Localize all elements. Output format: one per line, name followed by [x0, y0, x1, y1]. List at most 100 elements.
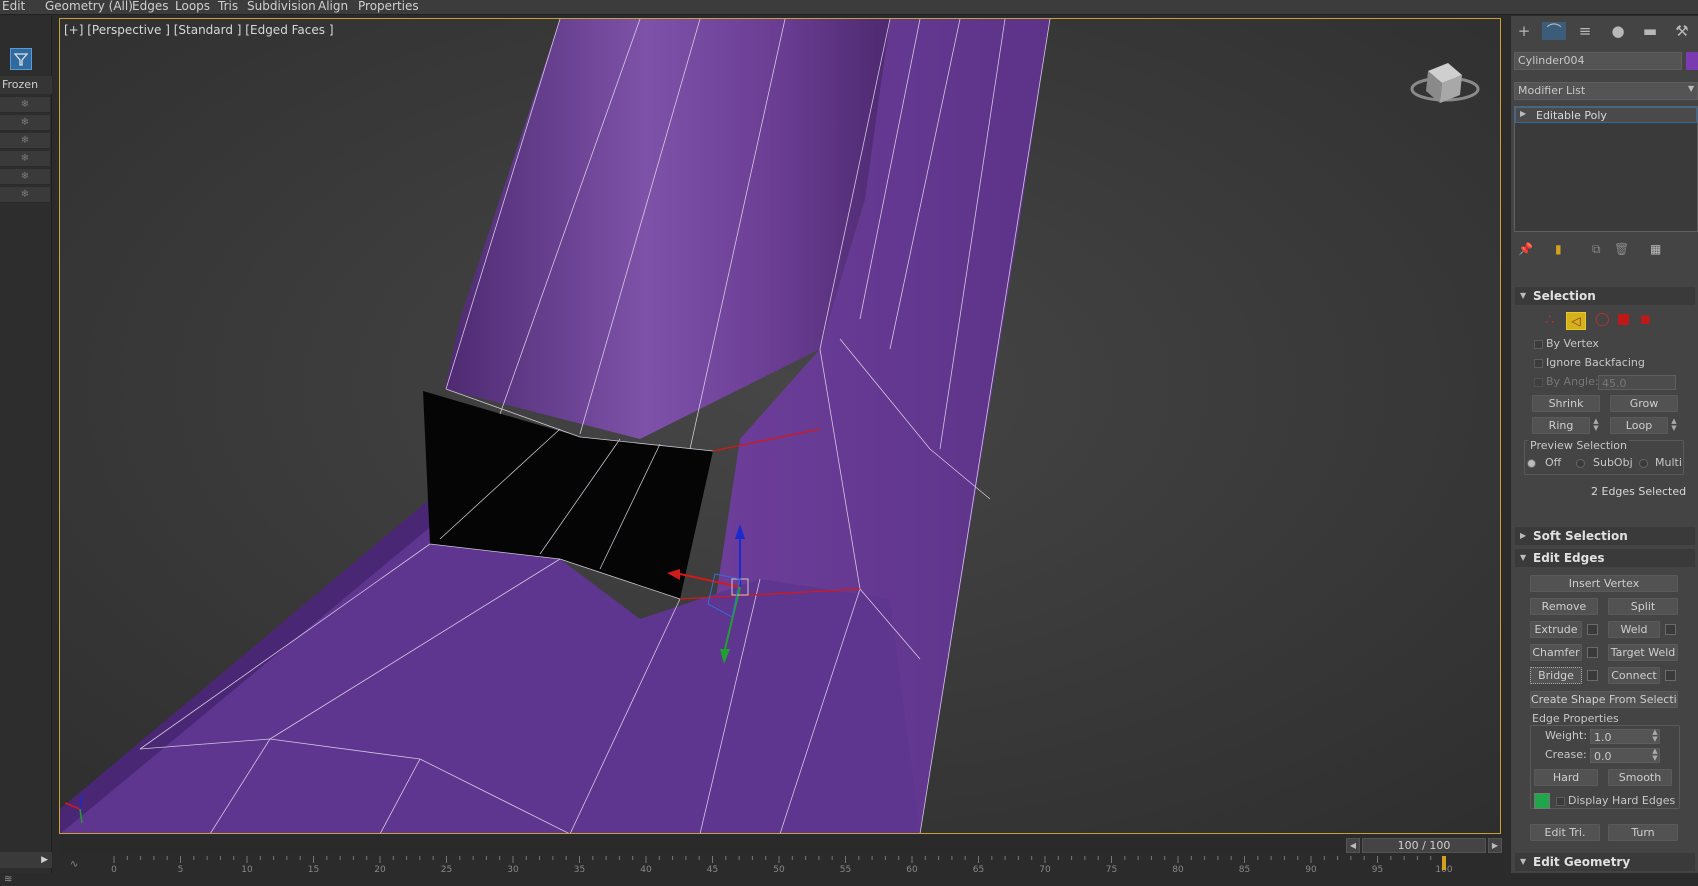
menu-item-geometry[interactable]: Geometry (All)	[43, 0, 135, 15]
preview-subobj-radio[interactable]	[1576, 459, 1585, 468]
menu-item-subdivision[interactable]: Subdivision	[245, 0, 318, 15]
prev-frame-icon[interactable]: ◀	[1346, 838, 1360, 853]
chamfer-button[interactable]: Chamfer	[1530, 644, 1582, 661]
by-angle-input[interactable]: 45.0	[1598, 375, 1676, 390]
menu-bar: Edit Geometry (All) Edges Loops Tris Sub…	[0, 0, 1698, 15]
curve-editor-icon[interactable]: ∿	[70, 859, 78, 870]
frozen-toggle-icon[interactable]: ❄	[0, 97, 50, 113]
ruler-tick-label: 85	[1239, 865, 1250, 873]
insert-vertex-button[interactable]: Insert Vertex	[1530, 575, 1678, 592]
hard-edge-color-swatch[interactable]	[1534, 793, 1550, 809]
frozen-toggle-icon[interactable]: ❄	[0, 133, 50, 149]
preview-multi-label: Multi	[1655, 456, 1682, 469]
split-button[interactable]: Split	[1608, 598, 1678, 615]
create-icon[interactable]: +	[1512, 22, 1536, 40]
turn-button[interactable]: Turn	[1608, 824, 1678, 841]
pin-stack-icon[interactable]: 📌	[1518, 242, 1533, 256]
connect-settings-icon[interactable]	[1665, 670, 1676, 681]
vertex-mode-icon[interactable]: ∴	[1545, 312, 1554, 328]
weight-spinner-icon[interactable]: ▲ ▼	[1651, 729, 1659, 744]
preview-multi-radio[interactable]	[1639, 459, 1648, 468]
smooth-button[interactable]: Smooth	[1608, 769, 1672, 786]
loop-button[interactable]: Loop	[1610, 417, 1668, 434]
target-weld-button[interactable]: Target Weld	[1608, 644, 1678, 661]
edge-mode-icon[interactable]: ◁	[1566, 312, 1586, 330]
display-hard-edges-checkbox[interactable]	[1556, 797, 1565, 806]
extrude-button[interactable]: Extrude	[1530, 621, 1582, 638]
weight-label: Weight:	[1545, 729, 1588, 742]
make-unique-icon[interactable]: ⧉	[1592, 242, 1601, 257]
time-slider-marker[interactable]	[1442, 856, 1446, 870]
frozen-toggle-icon[interactable]: ❄	[0, 187, 50, 203]
display-icon[interactable]: ▬	[1638, 22, 1662, 40]
selection-rollout-header[interactable]: ▼ Selection	[1515, 287, 1695, 305]
utilities-icon[interactable]: ⚒	[1670, 22, 1694, 40]
frozen-column-header[interactable]: Frozen	[0, 76, 52, 94]
ruler-tick-label: 15	[308, 865, 319, 873]
edit-geometry-rollout-header[interactable]: ▼ Edit Geometry	[1515, 853, 1695, 871]
chamfer-settings-icon[interactable]	[1587, 647, 1598, 658]
weight-input[interactable]: 1.0	[1590, 729, 1660, 744]
ruler-tick-label: 10	[241, 865, 253, 873]
remove-button[interactable]: Remove	[1530, 598, 1598, 615]
menu-item-tris[interactable]: Tris	[216, 0, 240, 15]
modifier-stack: ▶ Editable Poly	[1514, 106, 1698, 232]
by-vertex-checkbox[interactable]	[1534, 340, 1543, 349]
menu-item-loops[interactable]: Loops	[173, 0, 212, 15]
viewport-label[interactable]: [+] [Perspective ] [Standard ] [Edged Fa…	[64, 23, 334, 37]
shrink-button[interactable]: Shrink	[1532, 395, 1600, 412]
object-name-field[interactable]: Cylinder004	[1514, 52, 1682, 70]
timeline-ruler[interactable]: 0510152025303540455055606570758085909510…	[59, 856, 1501, 875]
next-frame-icon[interactable]: ▶	[1488, 838, 1502, 853]
crease-input[interactable]: 0.0	[1590, 748, 1660, 763]
object-color-swatch[interactable]	[1686, 52, 1698, 70]
crease-spinner-icon[interactable]: ▲ ▼	[1651, 748, 1659, 763]
preview-off-radio[interactable]	[1527, 459, 1536, 468]
edit-edges-rollout-header[interactable]: ▼ Edit Edges	[1515, 549, 1695, 567]
weld-button[interactable]: Weld	[1608, 621, 1660, 638]
menu-item-properties[interactable]: Properties	[356, 0, 421, 15]
preview-subobj-label: SubObj	[1593, 456, 1633, 469]
hard-button[interactable]: Hard	[1534, 769, 1598, 786]
ignore-backfacing-label: Ignore Backfacing	[1546, 356, 1645, 369]
ruler-tick-label: 70	[1039, 865, 1051, 873]
frozen-toggle-icon[interactable]: ❄	[0, 115, 50, 131]
bridge-button[interactable]: Bridge	[1530, 667, 1582, 684]
grow-button[interactable]: Grow	[1610, 395, 1678, 412]
by-angle-checkbox[interactable]	[1534, 378, 1543, 387]
remove-modifier-icon[interactable]: 🗑	[1614, 242, 1629, 256]
menu-item-align[interactable]: Align	[316, 0, 350, 15]
extrude-settings-icon[interactable]	[1587, 624, 1598, 635]
weld-settings-icon[interactable]	[1665, 624, 1676, 635]
configure-sets-icon[interactable]: ▦	[1650, 242, 1661, 256]
element-mode-icon[interactable]: ◼	[1640, 312, 1651, 327]
stack-item-editable-poly[interactable]: ▶ Editable Poly	[1515, 107, 1697, 123]
frozen-toggle-icon[interactable]: ❄	[0, 169, 50, 185]
panel-expand-arrow-icon[interactable]: ▶	[0, 852, 52, 868]
motion-icon[interactable]: ●	[1606, 22, 1630, 40]
edit-tri-button[interactable]: Edit Tri.	[1530, 824, 1600, 841]
border-mode-icon[interactable]: ◯	[1595, 312, 1610, 327]
loop-spinner-icon[interactable]: ▲ ▼	[1670, 418, 1678, 433]
ring-button[interactable]: Ring	[1532, 417, 1590, 434]
frame-counter[interactable]: 100 / 100	[1362, 838, 1486, 853]
polygon-mode-icon[interactable]	[1618, 314, 1629, 325]
show-end-result-icon[interactable]: ▮	[1555, 242, 1562, 256]
create-shape-button[interactable]: Create Shape From Selection	[1530, 691, 1678, 708]
soft-selection-rollout-header[interactable]: ▶ Soft Selection	[1515, 527, 1695, 545]
frozen-toggle-icon[interactable]: ❄	[0, 151, 50, 167]
ignore-backfacing-checkbox[interactable]	[1534, 359, 1543, 368]
perspective-viewport[interactable]	[59, 18, 1501, 834]
ring-spinner-icon[interactable]: ▲ ▼	[1592, 418, 1600, 433]
bridge-settings-icon[interactable]	[1587, 670, 1598, 681]
hierarchy-icon[interactable]: ≡	[1573, 22, 1597, 40]
expand-arrow-icon[interactable]: ▶	[1520, 109, 1526, 118]
connect-button[interactable]: Connect	[1608, 667, 1660, 684]
layers-icon[interactable]: ≋	[4, 874, 20, 886]
modifier-list-dropdown[interactable]: Modifier List	[1514, 82, 1698, 100]
filter-icon[interactable]	[10, 48, 32, 70]
ruler-tick-label: 65	[973, 865, 984, 873]
menu-item-edges[interactable]: Edges	[130, 0, 170, 15]
menu-item-edit[interactable]: Edit	[0, 0, 27, 15]
modify-icon[interactable]: ⌒	[1542, 22, 1566, 40]
